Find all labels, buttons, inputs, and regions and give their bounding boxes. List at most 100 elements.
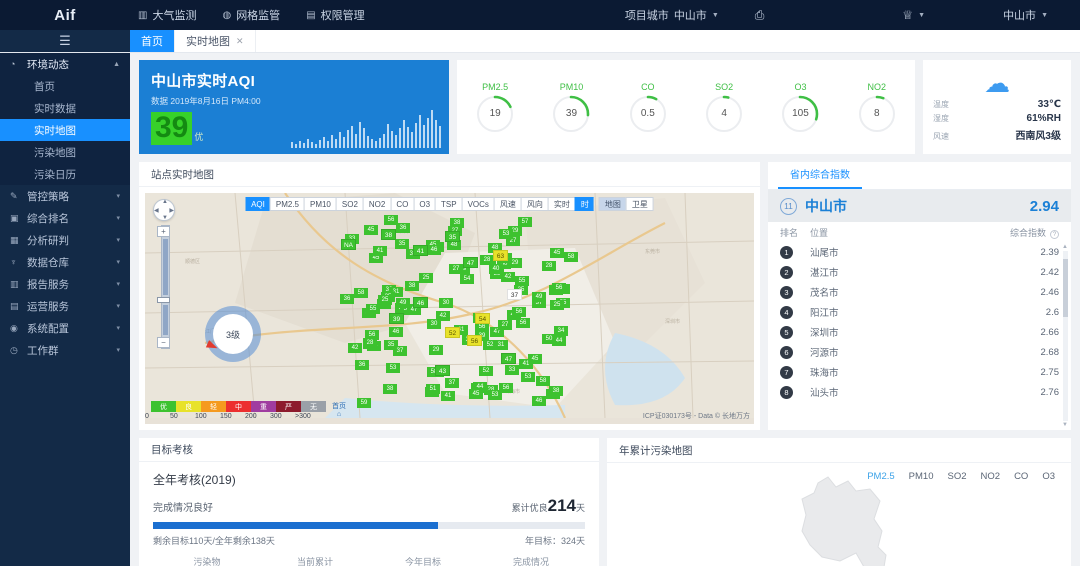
map-layer-tsp[interactable]: TSP [435, 197, 462, 211]
ranking-row[interactable]: 2湛江市2.42 [768, 262, 1071, 282]
station-marker[interactable]: 41 [413, 245, 428, 256]
pollution-tab-no2[interactable]: NO2 [981, 471, 1001, 482]
basemap-map[interactable]: 地图 [599, 197, 626, 211]
zoom-in-button[interactable]: + [157, 226, 170, 237]
station-marker[interactable]: 59 [357, 398, 371, 408]
pan-control[interactable]: ▲ ▼ ◀ ▶ [153, 199, 175, 221]
ranking-row[interactable]: 4阳江市2.6 [768, 302, 1071, 322]
map-layer-pm2-5[interactable]: PM2.5 [270, 197, 304, 211]
station-marker[interactable]: 53 [521, 372, 535, 382]
pollution-tab-o3[interactable]: O3 [1042, 471, 1055, 482]
gauge-so2[interactable]: SO24 [705, 82, 743, 133]
tab-realtime-map[interactable]: 实时地图 ✕ [175, 30, 256, 52]
station-marker[interactable]: 29 [429, 345, 443, 355]
help-icon[interactable]: ? [1050, 230, 1059, 239]
scrollbar-track[interactable] [1063, 251, 1068, 421]
sidebar-item-control-strategy[interactable]: ✎ 管控策略 ▾ [0, 185, 130, 207]
station-marker[interactable]: 52 [445, 327, 460, 338]
station-marker[interactable]: 36 [396, 223, 410, 233]
sidebar-item-pollution-map[interactable]: 污染地图 [0, 141, 130, 163]
station-marker[interactable]: 52 [483, 340, 497, 350]
station-marker[interactable]: 52 [479, 366, 493, 376]
sidebar-item-realtime-data[interactable]: 实时数据 [0, 97, 130, 119]
sidebar-item-home[interactable]: 首页 [0, 75, 130, 97]
tab-home[interactable]: 首页 [130, 30, 175, 52]
map-layer-aqi[interactable]: AQI [245, 197, 270, 211]
pollution-tab-so2[interactable]: SO2 [948, 471, 967, 482]
pan-left-icon[interactable]: ◀ [154, 207, 159, 214]
zoom-out-button[interactable]: − [157, 337, 170, 348]
station-marker[interactable]: 30 [427, 319, 441, 329]
station-marker[interactable]: 45 [469, 389, 483, 399]
station-marker[interactable]: 38 [383, 384, 397, 394]
sidebar-item-system-config[interactable]: ◉ 系统配置 ▾ [0, 317, 130, 339]
station-marker[interactable]: 45 [550, 248, 564, 258]
station-marker[interactable]: 49 [532, 292, 546, 302]
sidebar-item-comprehensive-ranking[interactable]: ▣ 综合排名 ▾ [0, 207, 130, 229]
gauge-co[interactable]: CO0.5 [629, 82, 667, 133]
map-layer-no2[interactable]: NO2 [363, 197, 390, 211]
station-marker[interactable]: 37 [507, 289, 522, 300]
map-layer-pm10[interactable]: PM10 [304, 197, 336, 211]
map-layer-风速[interactable]: 风速 [494, 197, 521, 211]
station-marker[interactable]: 28 [480, 255, 494, 265]
station-marker[interactable]: 63 [493, 250, 508, 261]
ranking-row[interactable]: 3茂名市2.46 [768, 282, 1071, 302]
station-marker[interactable]: 50 [542, 334, 556, 344]
station-marker[interactable]: 55 [366, 304, 380, 314]
station-marker[interactable]: 58 [354, 288, 368, 298]
top-nav-item-air[interactable]: ▥ 大气监测 [138, 7, 196, 23]
ranking-row[interactable]: 7珠海市2.75 [768, 362, 1071, 382]
station-marker[interactable]: 56 [384, 215, 398, 225]
scroll-up-icon[interactable]: ▲ [1062, 244, 1068, 250]
station-marker[interactable]: 53 [499, 229, 513, 239]
sidebar-item-operation-service[interactable]: ▤ 运营服务 ▾ [0, 295, 130, 317]
station-marker[interactable]: 57 [518, 217, 532, 227]
station-marker[interactable]: 28 [542, 261, 556, 271]
station-marker[interactable]: 43 [435, 365, 450, 376]
station-marker[interactable]: 46 [413, 297, 428, 308]
station-marker[interactable]: 46 [427, 245, 441, 255]
map-layer-o3[interactable]: O3 [413, 197, 435, 211]
station-marker[interactable]: 47 [463, 257, 478, 268]
station-marker[interactable]: 56 [499, 383, 513, 393]
top-nav-item-permission[interactable]: ▤ 权限管理 [306, 7, 364, 23]
station-marker[interactable]: 25 [378, 295, 392, 305]
pan-right-icon[interactable]: ▶ [169, 207, 174, 214]
station-marker[interactable]: 33 [505, 365, 519, 375]
station-marker[interactable]: 54 [475, 313, 490, 324]
map-navigation-controls[interactable]: ▲ ▼ ◀ ▶ + − [153, 199, 177, 349]
map-layer-实时[interactable]: 实时 [548, 197, 575, 211]
station-marker[interactable]: 37 [393, 346, 407, 356]
map-layer-风向[interactable]: 风向 [521, 197, 548, 211]
station-marker[interactable]: 41 [441, 391, 455, 401]
station-marker[interactable]: 56 [552, 283, 566, 293]
sidebar-item-data-warehouse[interactable]: ♆ 数据仓库 ▾ [0, 251, 130, 273]
station-marker[interactable]: 30 [439, 298, 453, 308]
station-marker[interactable]: 58 [536, 376, 550, 386]
map-layer-时[interactable]: 时 [575, 197, 594, 211]
station-marker[interactable]: 34 [554, 326, 568, 336]
ranking-scrollbar[interactable]: ▲ ▼ [1062, 244, 1068, 428]
station-marker[interactable]: 35 [395, 239, 409, 249]
ranking-row[interactable]: 1汕尾市2.39 [768, 242, 1071, 262]
station-marker[interactable]: 45 [364, 225, 378, 235]
station-marker[interactable]: 36 [340, 294, 354, 304]
station-marker[interactable]: 47 [501, 353, 516, 364]
station-marker[interactable]: 58 [564, 252, 578, 262]
scrollbar-thumb[interactable] [1063, 259, 1068, 317]
tab-provincial-index[interactable]: 省内综合指数 [778, 166, 862, 189]
station-marker[interactable]: 38 [405, 281, 419, 291]
ranking-row[interactable]: 6河源市2.68 [768, 342, 1071, 362]
close-icon[interactable]: ✕ [236, 36, 244, 47]
ranking-row[interactable]: 8汕头市2.76 [768, 382, 1071, 402]
gauge-o3[interactable]: O3105 [781, 82, 819, 133]
project-city-selector[interactable]: 项目城市 中山市 ▼ [607, 7, 737, 23]
pan-up-icon[interactable]: ▲ [162, 199, 168, 205]
station-marker[interactable]: 38 [549, 386, 563, 396]
station-marker[interactable]: 46 [532, 396, 546, 406]
station-map[interactable]: 顺德区江门市 东莞市深圳市 广州市珠海市 AQIPM2.5PM10SO2NO2C… [145, 193, 754, 424]
scroll-down-icon[interactable]: ▼ [1062, 422, 1068, 428]
station-marker[interactable]: 40 [489, 264, 503, 274]
sidebar-item-analysis[interactable]: ▦ 分析研判 ▾ [0, 229, 130, 251]
